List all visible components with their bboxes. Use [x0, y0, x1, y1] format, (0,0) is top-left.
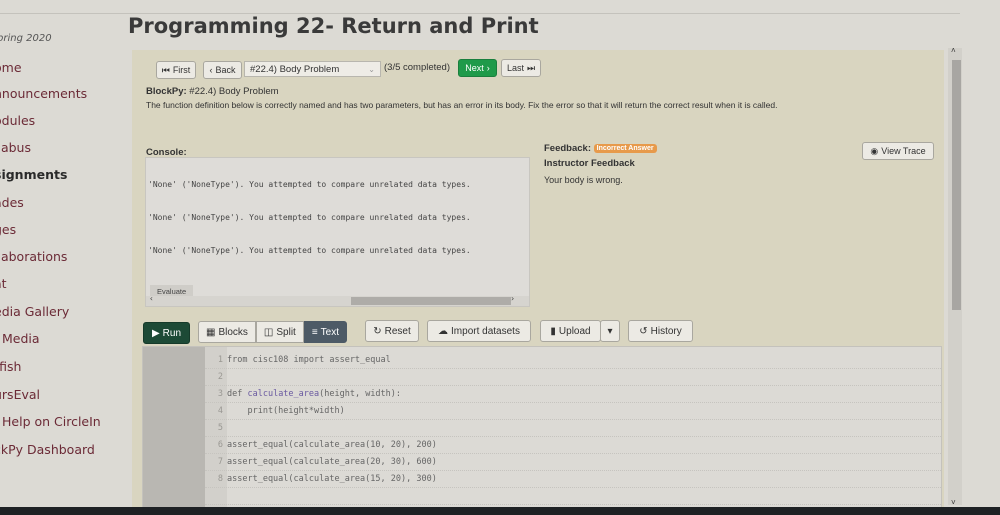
blockpy-panel: ⏮ First ‹ Back #22.4) Body Problem ⌄ (3/… — [132, 50, 944, 515]
run-button[interactable]: ▶ Run — [143, 322, 190, 344]
problem-title: BlockPy: #22.4) Body Problem — [146, 86, 279, 97]
sidebar-item-collaborations[interactable]: llaborations — [0, 249, 67, 264]
code-line[interactable]: 5 — [205, 420, 941, 437]
editor-gutter — [143, 347, 205, 515]
feedback-header: Feedback: Incorrect Answer — [544, 143, 657, 154]
sidebar-item-blockpy-dashboard[interactable]: ckPy Dashboard — [0, 442, 95, 457]
sidebar-item-home[interactable]: ome — [0, 60, 22, 75]
console-line: 'None' ('NoneType'). You attempted to co… — [148, 246, 471, 255]
sidebar-item-syllabus[interactable]: llabus — [0, 140, 31, 155]
empty-line[interactable] — [205, 488, 941, 505]
sidebar-item-grades[interactable]: ades — [0, 195, 24, 210]
sidebar-item-courseval[interactable]: ursEval — [0, 387, 40, 402]
code-line[interactable]: 4 print(height*width) — [205, 403, 941, 420]
sidebar-item-circlein[interactable]: Help on CircleIn — [2, 414, 101, 429]
scroll-up-icon[interactable]: ˄ — [951, 46, 956, 55]
sidebar-item-starfish[interactable]: rfish — [0, 359, 21, 374]
problem-description: The function definition below is correct… — [146, 100, 778, 110]
course-sidebar: pring 2020 ome nnouncements odules llabu… — [0, 0, 130, 515]
term-label: pring 2020 — [0, 33, 52, 44]
console-line: 'None' ('NoneType'). You attempted to co… — [148, 213, 471, 222]
skip-first-icon: ⏮ — [161, 64, 170, 75]
history-icon: ↺ — [639, 325, 648, 337]
text-lines-icon: ≡ — [311, 326, 318, 338]
sidebar-item-assignments[interactable]: signments — [0, 167, 67, 182]
taskbar — [0, 507, 1000, 515]
import-datasets-button[interactable]: ☁ Import datasets — [427, 320, 531, 342]
sidebar-item-pages[interactable]: ges — [0, 222, 16, 237]
code-editor[interactable]: 1 from cisc108 import assert_equal 2 3 def… — [142, 346, 942, 515]
history-button[interactable]: ↺ History — [628, 320, 693, 342]
upload-dropdown-button[interactable]: ▾ — [600, 320, 620, 342]
page-vertical-scrollbar[interactable]: ˄ ˅ — [948, 46, 962, 507]
blocks-mode-button[interactable]: ▦ Blocks — [198, 321, 256, 343]
code-line[interactable]: 3 def calculate_area (height, width): — [205, 386, 941, 403]
upload-button[interactable]: ▮ Upload — [540, 320, 601, 342]
problem-select[interactable]: #22.4) Body Problem ⌄ — [244, 61, 381, 77]
first-button[interactable]: ⏮ First — [156, 61, 196, 79]
reset-button[interactable]: ↻ Reset — [365, 320, 419, 342]
instructor-feedback-title: Instructor Feedback — [544, 158, 635, 169]
editor-mode-group: ▦ Blocks ◫ Split ≡ Text — [198, 321, 347, 343]
page-title: Programming 22- Return and Print — [128, 14, 539, 38]
split-icon: ◫ — [263, 326, 274, 338]
feedback-message: Your body is wrong. — [544, 175, 623, 185]
code-line[interactable]: 2 — [205, 369, 941, 386]
scrollbar-thumb[interactable] — [952, 60, 961, 310]
chevron-right-icon: › — [486, 63, 490, 73]
code-line[interactable]: 7 assert_equal(calculate_area(20, 30), 60… — [205, 454, 941, 471]
play-icon: ▶ — [151, 327, 160, 339]
scrollbar-thumb[interactable] — [351, 297, 511, 305]
refresh-icon: ↻ — [373, 325, 382, 337]
code-line[interactable]: 6 assert_equal(calculate_area(10, 20), 20… — [205, 437, 941, 454]
completion-status: (3/5 completed) — [384, 62, 451, 73]
sidebar-item-announcements[interactable]: nnouncements — [0, 86, 87, 101]
sidebar-item-modules[interactable]: odules — [0, 113, 35, 128]
sidebar-item-media-gallery[interactable]: edia Gallery — [0, 304, 69, 319]
status-badge: Incorrect Answer — [593, 144, 657, 153]
console-line: 'None' ('NoneType'). You attempted to co… — [148, 180, 471, 189]
console-output[interactable]: 'None' ('NoneType'). You attempted to co… — [145, 157, 530, 307]
view-trace-button[interactable]: ◉ View Trace — [862, 142, 934, 160]
sidebar-item-chat[interactable]: at — [0, 276, 7, 291]
scroll-down-icon[interactable]: ˅ — [951, 498, 956, 507]
split-mode-button[interactable]: ◫ Split — [255, 321, 304, 343]
sidebar-item-my-media[interactable]: Media — [2, 331, 40, 346]
caret-down-icon: ▾ — [607, 325, 613, 337]
back-button[interactable]: ‹ Back — [203, 61, 242, 79]
cloud-download-icon: ☁ — [438, 325, 449, 337]
scroll-right-icon[interactable]: › — [510, 294, 515, 303]
skip-last-icon: ⏭ — [526, 62, 536, 73]
chevron-left-icon: ‹ — [209, 65, 213, 75]
last-button[interactable]: Last ⏭ — [501, 59, 541, 77]
text-mode-button[interactable]: ≡ Text — [303, 321, 347, 343]
code-line[interactable]: 1 from cisc108 import assert_equal — [205, 352, 941, 369]
chevron-down-icon: ⌄ — [368, 64, 375, 74]
scroll-left-icon[interactable]: ‹ — [149, 294, 154, 303]
code-line[interactable]: 8 assert_equal(calculate_area(15, 20), 30… — [205, 471, 941, 488]
console-horizontal-scrollbar[interactable]: ‹ › — [146, 294, 529, 306]
next-button[interactable]: Next › — [458, 59, 497, 77]
eye-icon: ◉ — [870, 145, 879, 156]
blocks-icon: ▦ — [206, 326, 216, 338]
file-upload-icon: ▮ — [550, 325, 556, 337]
